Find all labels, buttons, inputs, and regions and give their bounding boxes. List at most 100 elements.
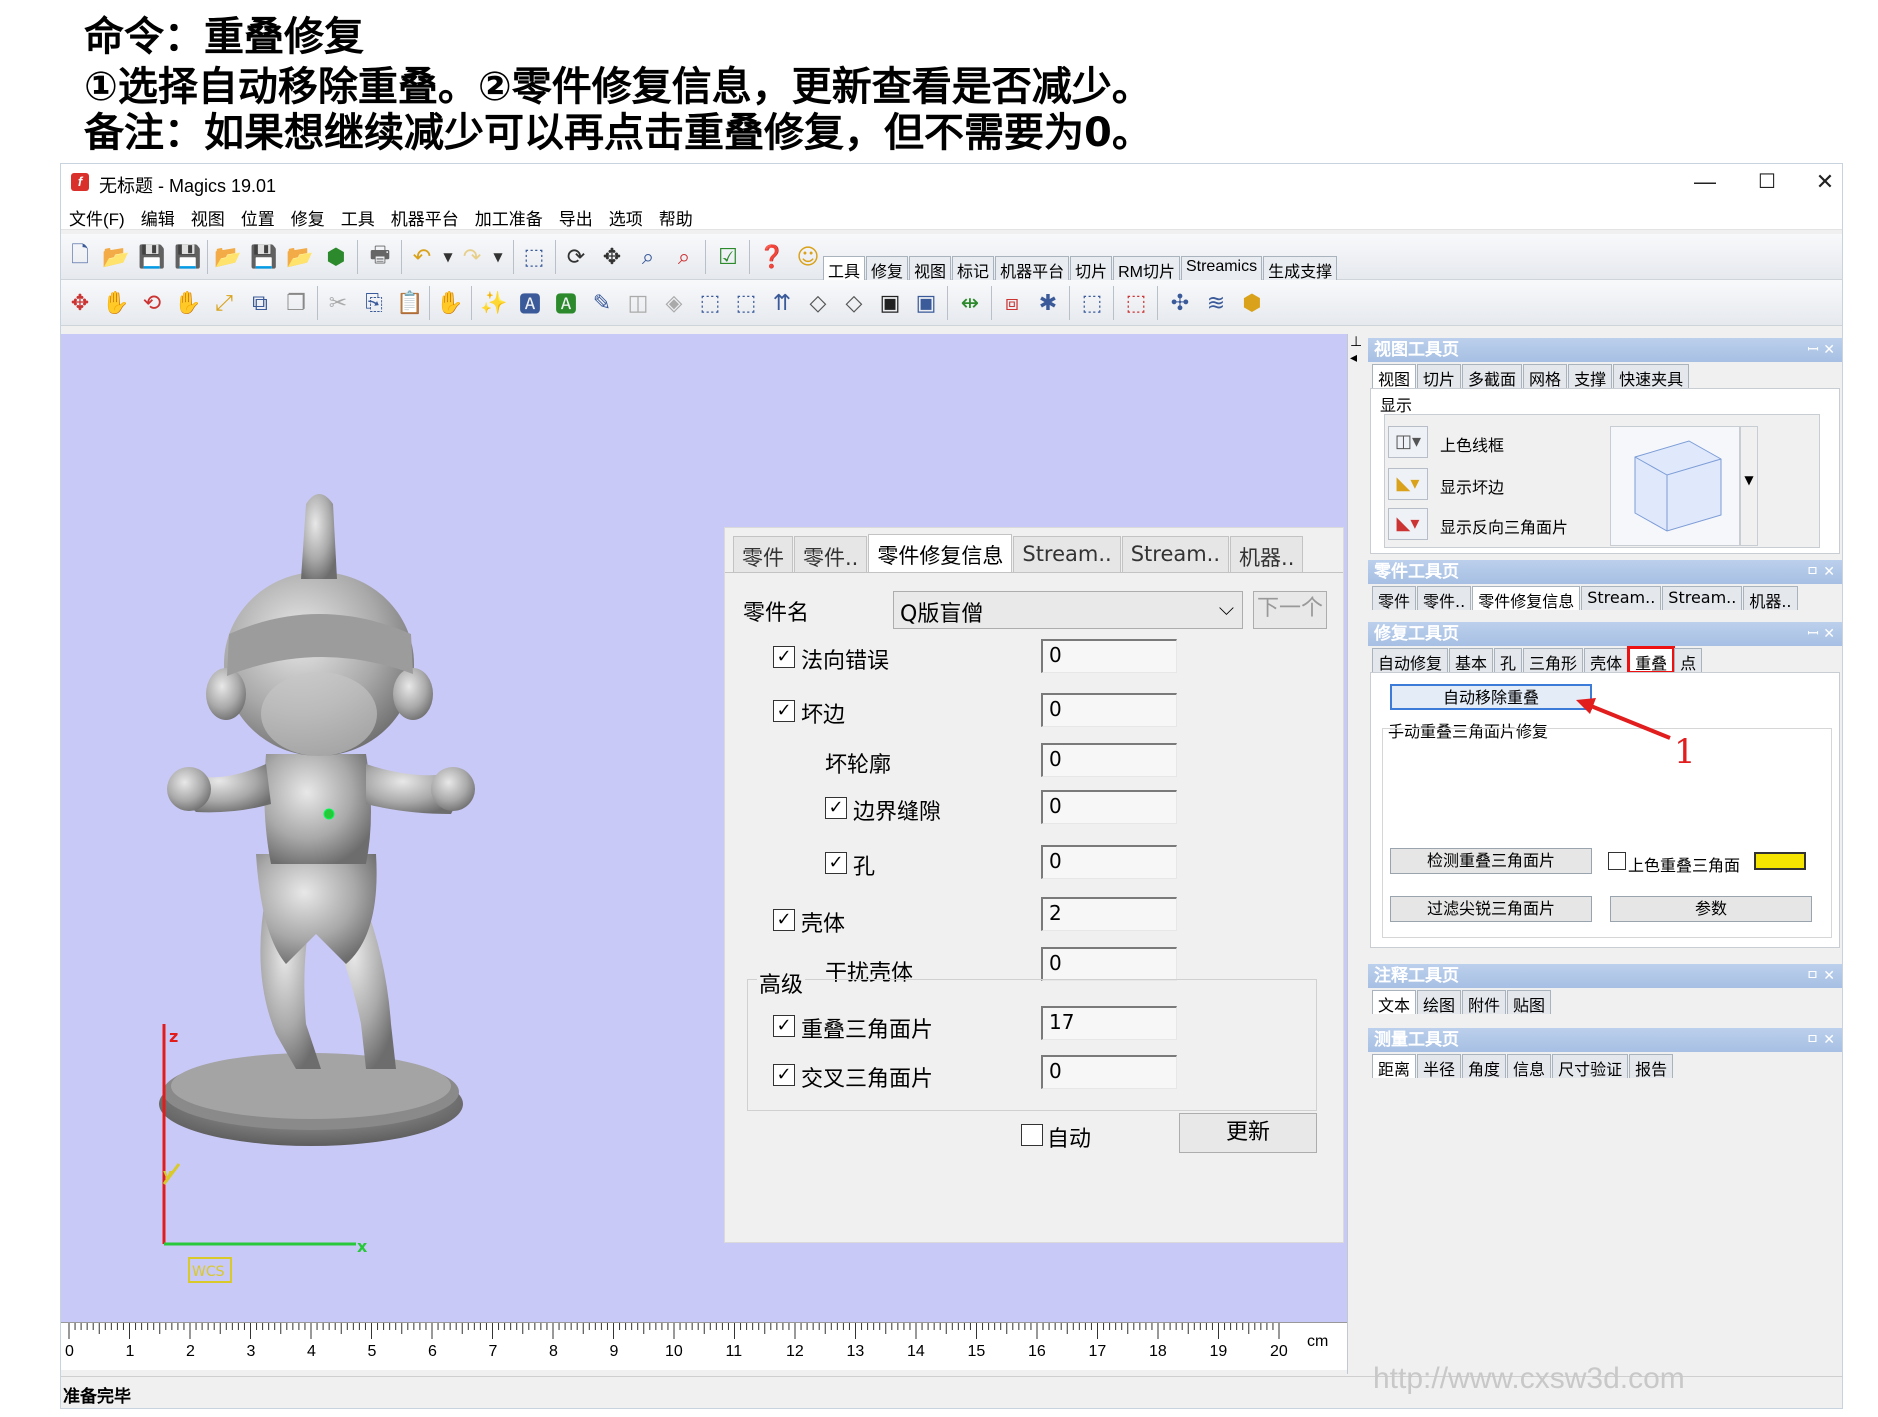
show-bad-edges-icon[interactable]: ◣▾: [1388, 468, 1428, 500]
save-as-icon[interactable]: 💾: [173, 242, 203, 272]
menu-options[interactable]: 选项: [601, 200, 651, 230]
bad-edges-checkbox[interactable]: ✓: [773, 700, 795, 722]
view-cube-preview[interactable]: [1610, 426, 1740, 546]
menu-help[interactable]: 帮助: [651, 200, 701, 230]
toolbar-tab-generate-support[interactable]: 生成支撑: [1263, 256, 1338, 281]
minimize-button[interactable]: —: [1675, 166, 1735, 198]
view-tab-support[interactable]: 支撑: [1568, 364, 1613, 389]
layers-icon[interactable]: ≋: [1201, 288, 1231, 318]
measure-tab-dimension-check[interactable]: 尺寸验证: [1552, 1054, 1629, 1079]
toolbar-tab-tools[interactable]: 工具: [823, 256, 866, 281]
detect-overlap-button[interactable]: 检测重叠三角面片: [1390, 848, 1592, 874]
load-project-icon[interactable]: 📂: [285, 242, 315, 272]
update-button[interactable]: 更新: [1179, 1113, 1317, 1153]
menu-file[interactable]: 文件(F): [61, 200, 133, 230]
dlg-tab-part-2[interactable]: 零件..: [794, 536, 868, 572]
pan-icon[interactable]: ✥: [597, 242, 627, 272]
maximize-button[interactable]: ☐: [1737, 166, 1797, 198]
measure-tool-icon[interactable]: ✎: [587, 288, 617, 318]
repair-tab-triangles[interactable]: 三角形: [1523, 648, 1584, 673]
view-tab-slice[interactable]: 切片: [1417, 364, 1462, 389]
rotate-part-icon[interactable]: ⟲: [137, 288, 167, 318]
repair-tab-basic[interactable]: 基本: [1449, 648, 1494, 673]
extrude-icon[interactable]: ⇈: [767, 288, 797, 318]
frame-icon[interactable]: ▣: [911, 288, 941, 318]
annotation-tab-texture[interactable]: 贴图: [1507, 990, 1552, 1015]
cube-icon[interactable]: ⬚: [695, 288, 725, 318]
normal-error-checkbox[interactable]: ✓: [773, 646, 795, 668]
save-icon[interactable]: 💾: [137, 242, 167, 272]
rotate-icon[interactable]: ⟳: [561, 242, 591, 272]
repair-tab-points[interactable]: 点: [1674, 648, 1703, 673]
repair-tab-auto[interactable]: 自动修复: [1372, 648, 1449, 673]
3d-viewport[interactable]: z x y WCS 零件 零件.. 零件修复信息 Stream.. Stream…: [61, 334, 1347, 1322]
import-part-icon[interactable]: 📂: [213, 242, 243, 272]
measure-tab-distance[interactable]: 距离: [1372, 1054, 1417, 1079]
mirror-icon[interactable]: ⧉: [245, 288, 275, 318]
menu-edit[interactable]: 编辑: [133, 200, 183, 230]
fix-wizard-icon[interactable]: ⬚: [1121, 288, 1151, 318]
part-tab-part-2[interactable]: 零件..: [1417, 586, 1472, 611]
view-tab-view[interactable]: 视图: [1372, 364, 1417, 389]
view-tab-mesh[interactable]: 网格: [1523, 364, 1568, 389]
part-tab-part[interactable]: 零件: [1372, 586, 1417, 611]
overlapping-checkbox[interactable]: ✓: [773, 1015, 795, 1037]
move-hand-icon[interactable]: ✋: [101, 288, 131, 318]
next-part-button[interactable]: 下一个: [1253, 591, 1327, 629]
show-inverted-triangles-icon[interactable]: ◣▾: [1388, 508, 1428, 540]
print-icon[interactable]: 🖶: [365, 242, 395, 272]
part-tab-machine[interactable]: 机器..: [1743, 586, 1798, 611]
dlg-tab-part[interactable]: 零件: [733, 536, 793, 572]
part-name-select[interactable]: Q版盲僧 ⌵: [893, 591, 1243, 629]
toolbar-tab-machine-platform[interactable]: 机器平台: [995, 256, 1070, 281]
part-tab-stream-1[interactable]: Stream..: [1581, 586, 1662, 610]
auto-update-checkbox[interactable]: [1021, 1124, 1043, 1146]
align-icon[interactable]: ⇹: [955, 288, 985, 318]
new-file-icon[interactable]: 🗋: [65, 242, 95, 272]
rotate-hand-icon[interactable]: ✋: [173, 288, 203, 318]
puzzle-icon[interactable]: ✣: [1165, 288, 1195, 318]
annotation-tab-attach[interactable]: 附件: [1462, 990, 1507, 1015]
nesting-icon[interactable]: ⧈: [997, 288, 1027, 318]
toolbar-tab-view[interactable]: 视图: [909, 256, 952, 281]
part-toolpage-controls[interactable]: ㅁ ✕: [1806, 560, 1835, 584]
shell-icon[interactable]: ◈: [659, 288, 689, 318]
select-part-icon[interactable]: ⬚: [519, 242, 549, 272]
measure-tab-angle[interactable]: 角度: [1462, 1054, 1507, 1079]
annotation-toolpage-controls[interactable]: ㅁ ✕: [1806, 964, 1835, 988]
measure-tab-info[interactable]: 信息: [1507, 1054, 1552, 1079]
holes-checkbox[interactable]: ✓: [825, 852, 847, 874]
border-gaps-checkbox[interactable]: ✓: [825, 797, 847, 819]
menu-build-prep[interactable]: 加工准备: [467, 200, 551, 230]
shells-checkbox[interactable]: ✓: [773, 909, 795, 931]
toolbar-tab-mark[interactable]: 标记: [952, 256, 995, 281]
rescale-icon[interactable]: ⤢: [209, 288, 239, 318]
dlg-tab-stream-2[interactable]: Stream..: [1121, 536, 1230, 572]
save-part-icon[interactable]: 💾: [249, 242, 279, 272]
package-icon[interactable]: ⬢: [1237, 288, 1267, 318]
duplicate-icon[interactable]: ❐: [281, 288, 311, 318]
repair-tab-shells[interactable]: 壳体: [1584, 648, 1629, 673]
menu-position[interactable]: 位置: [233, 200, 283, 230]
grab-icon[interactable]: ✋: [435, 288, 465, 318]
repair-tab-overlap[interactable]: 重叠: [1627, 646, 1676, 674]
intersecting-checkbox[interactable]: ✓: [773, 1064, 795, 1086]
part-tab-stream-2[interactable]: Stream..: [1662, 586, 1743, 610]
toolbar-tab-slice[interactable]: 切片: [1070, 256, 1113, 281]
measure-tab-report[interactable]: 报告: [1629, 1054, 1674, 1079]
measure-tab-radius[interactable]: 半径: [1417, 1054, 1462, 1079]
label-part-icon[interactable]: 🅰: [551, 288, 581, 318]
copy-icon[interactable]: ⎘: [359, 288, 389, 318]
toolbar-tab-streamics[interactable]: Streamics: [1180, 256, 1263, 280]
text-part-icon[interactable]: 🅰: [515, 288, 545, 318]
measure-toolpage-controls[interactable]: ㅁ ✕: [1806, 1028, 1835, 1052]
menu-tools[interactable]: 工具: [333, 200, 383, 230]
dlg-tab-machine[interactable]: 机器..: [1230, 536, 1304, 572]
toolbar-tab-rm-slice[interactable]: RM切片: [1113, 256, 1180, 281]
boolean-icon[interactable]: ◫: [623, 288, 653, 318]
screen-icon[interactable]: ▣: [875, 288, 905, 318]
toolbar-tab-repair[interactable]: 修复: [866, 256, 909, 281]
menu-machine-platform[interactable]: 机器平台: [383, 200, 467, 230]
filter-sharp-triangles-button[interactable]: 过滤尖锐三角面片: [1390, 896, 1592, 922]
annotation-tab-draw[interactable]: 绘图: [1417, 990, 1462, 1015]
